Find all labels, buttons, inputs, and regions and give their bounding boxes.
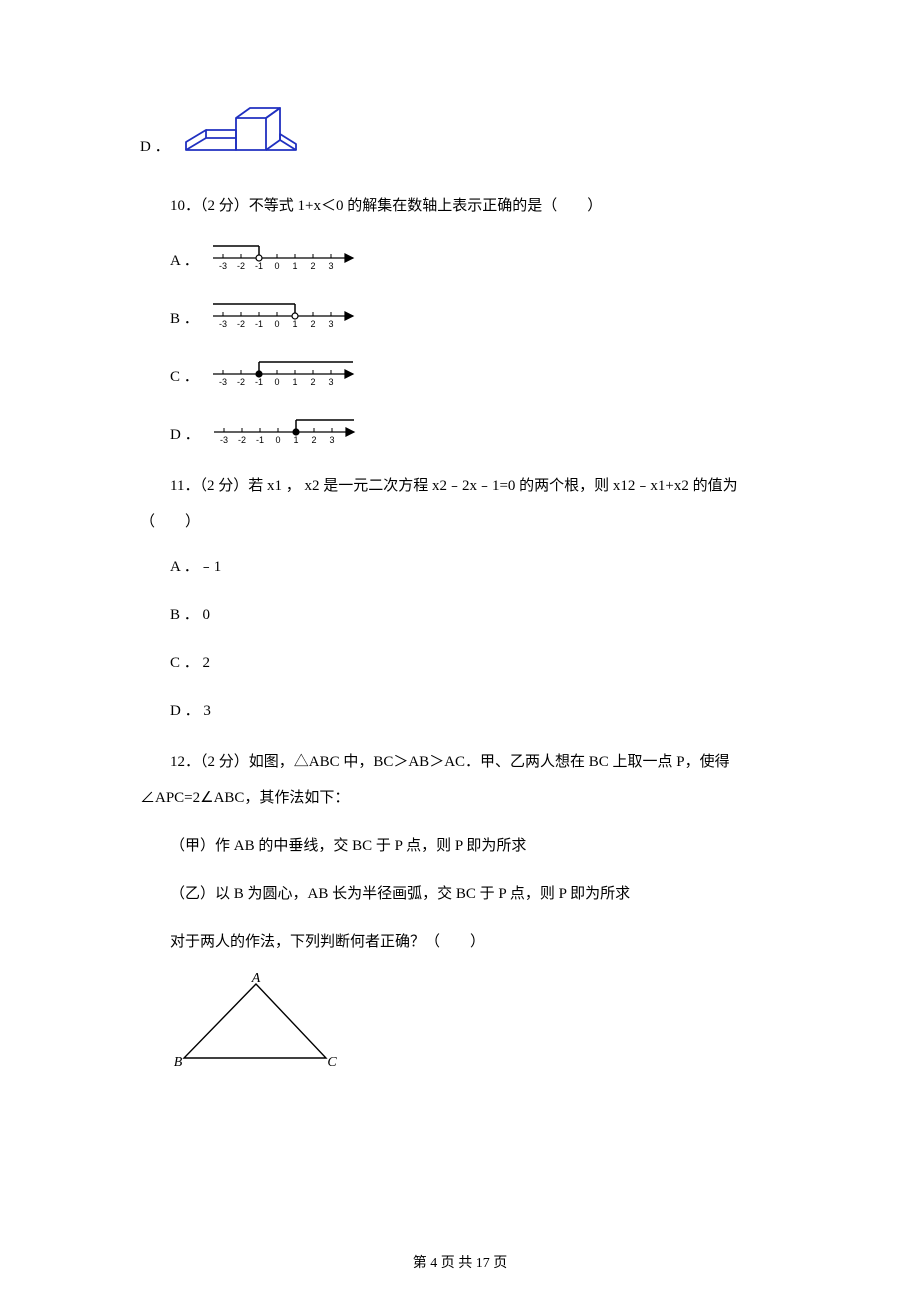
svg-text:-2: -2 xyxy=(237,261,245,271)
q11-option-a: A ．﹣1 xyxy=(140,552,780,582)
svg-text:3: 3 xyxy=(328,319,333,329)
svg-text:-1: -1 xyxy=(256,435,264,445)
q12-text1: 12．（2 分）如图，△ABC 中，BC＞AB＞AC．甲、乙两人想在 BC 上取… xyxy=(140,744,780,816)
svg-text:-3: -3 xyxy=(219,319,227,329)
q10-text: 10．（2 分）不等式 1+x＜0 的解集在数轴上表示正确的是（ ） xyxy=(140,188,780,224)
svg-text:-1: -1 xyxy=(255,319,263,329)
q9-optd-figure-3d-blocks xyxy=(178,100,308,160)
number-line-icon: -3 -2 -1 0 1 2 3 xyxy=(205,294,365,330)
triangle-label-c: C xyxy=(327,1055,337,1070)
number-line-icon: -3 -2 -1 0 1 2 3 xyxy=(206,410,366,446)
triangle-label-a: A xyxy=(251,972,261,986)
svg-text:3: 3 xyxy=(328,261,333,271)
svg-text:-1: -1 xyxy=(255,377,263,387)
svg-text:-3: -3 xyxy=(220,435,228,445)
q12-triangle-figure: A B C xyxy=(140,972,780,1077)
svg-text:1: 1 xyxy=(292,261,297,271)
svg-text:-3: -3 xyxy=(219,261,227,271)
svg-text:1: 1 xyxy=(292,377,297,387)
q11-text: 11．（2 分）若 x1 ， x2 是一元二次方程 x2﹣2x﹣1=0 的两个根… xyxy=(140,468,780,540)
q11-option-c: C ． 2 xyxy=(140,648,780,678)
svg-text:3: 3 xyxy=(329,435,334,445)
q9-option-d: D ． xyxy=(140,100,780,160)
q12-text4: 对于两人的作法，下列判断何者正确？（ ） xyxy=(140,924,780,960)
page-footer: 第 4 页 共 17 页 xyxy=(0,1252,920,1272)
svg-text:3: 3 xyxy=(328,377,333,387)
svg-text:0: 0 xyxy=(274,261,279,271)
number-line-icon: -3 -2 -1 0 1 2 3 xyxy=(205,236,365,272)
q10-option-c: C ． -3 -2 -1 0 xyxy=(140,352,780,388)
q10-optc-label: C ． xyxy=(170,365,199,388)
triangle-label-b: B xyxy=(174,1055,183,1070)
svg-text:1: 1 xyxy=(293,435,298,445)
q10-opta-label: A ． xyxy=(170,249,199,272)
q11-option-b: B ． 0 xyxy=(140,600,780,630)
q10-option-b: B ． -3 -2 -1 0 xyxy=(140,294,780,330)
svg-text:0: 0 xyxy=(275,435,280,445)
svg-text:-3: -3 xyxy=(219,377,227,387)
q11-text-content: 11．（2 分）若 x1 ， x2 是一元二次方程 x2﹣2x﹣1=0 的两个根… xyxy=(140,478,738,530)
svg-text:-2: -2 xyxy=(237,377,245,387)
q10-option-d: D ． -3 -2 -1 0 xyxy=(140,410,780,446)
svg-text:2: 2 xyxy=(311,435,316,445)
q9-optd-label: D ． xyxy=(140,135,170,160)
number-line-icon: -3 -2 -1 0 1 2 3 xyxy=(205,352,365,388)
q10-option-a: A ． -3 -2 -1 xyxy=(140,236,780,272)
svg-text:0: 0 xyxy=(274,319,279,329)
svg-text:2: 2 xyxy=(310,377,315,387)
svg-text:2: 2 xyxy=(310,319,315,329)
q12-text1-content: 12．（2 分）如图，△ABC 中，BC＞AB＞AC．甲、乙两人想在 BC 上取… xyxy=(140,754,730,806)
svg-text:0: 0 xyxy=(274,377,279,387)
q10-optd-label: D ． xyxy=(170,423,200,446)
q11-option-d: D ． 3 xyxy=(140,696,780,726)
svg-text:-1: -1 xyxy=(255,261,263,271)
svg-text:1: 1 xyxy=(292,319,297,329)
svg-text:-2: -2 xyxy=(238,435,246,445)
q12-text2: （甲）作 AB 的中垂线，交 BC 于 P 点，则 P 即为所求 xyxy=(140,828,780,864)
svg-text:-2: -2 xyxy=(237,319,245,329)
svg-text:2: 2 xyxy=(310,261,315,271)
q12-text3: （乙）以 B 为圆心，AB 长为半径画弧，交 BC 于 P 点，则 P 即为所求 xyxy=(140,876,780,912)
q10-optb-label: B ． xyxy=(170,307,199,330)
